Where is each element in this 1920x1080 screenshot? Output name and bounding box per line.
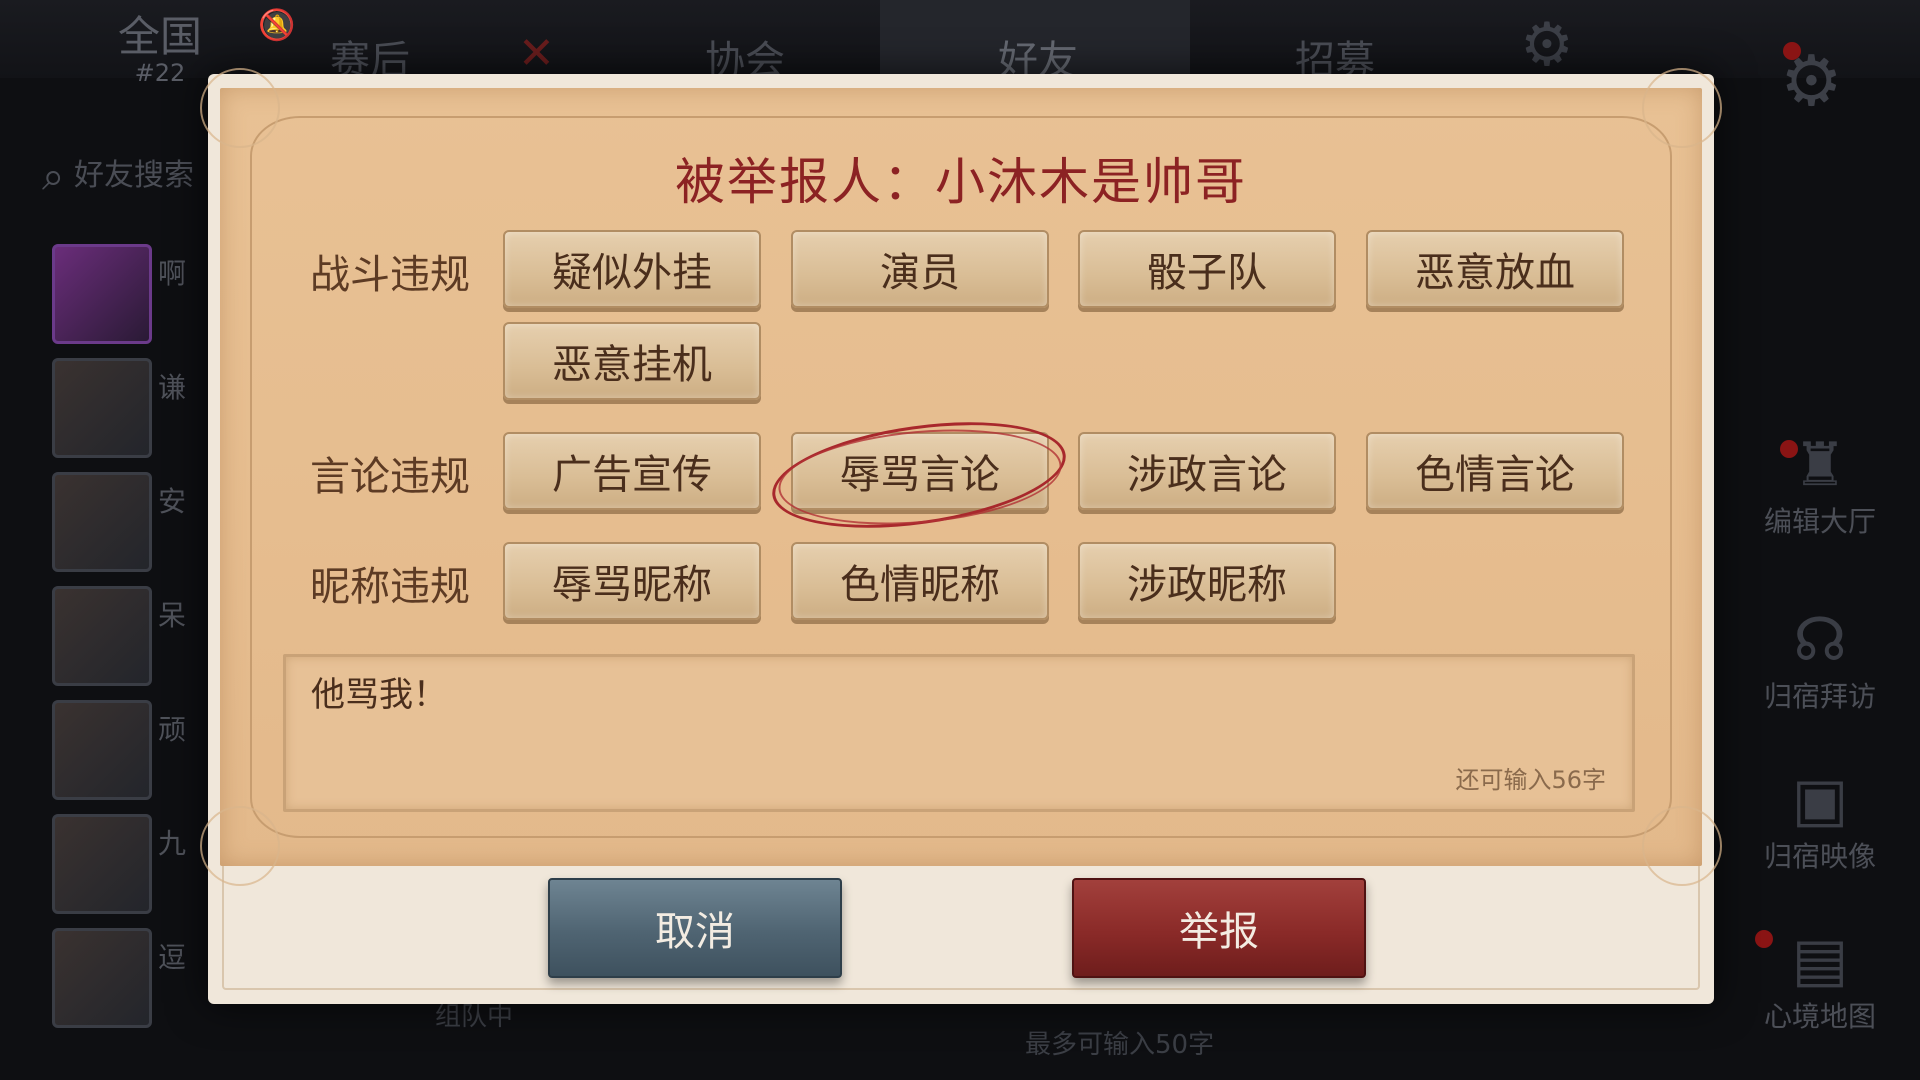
friend-name: 安 — [158, 485, 187, 518]
category-label-combat: 战斗违规 — [310, 252, 470, 298]
menu-home-visit[interactable]: ☊ 归宿拜访 — [1740, 605, 1900, 715]
report-button[interactable]: 举报 — [1072, 878, 1366, 978]
projector-icon: ▣ — [1791, 765, 1849, 835]
rank-label: 全国 — [117, 12, 202, 61]
avatar — [52, 472, 152, 572]
option-malicious-bleeding[interactable]: 恶意放血 — [1366, 230, 1624, 308]
notification-dot — [1780, 440, 1798, 458]
category-label-nickname: 昵称违规 — [310, 564, 470, 610]
corner-ornament — [200, 68, 280, 148]
category-label-speech: 言论违规 — [310, 454, 470, 500]
friend-list-item[interactable]: 逗 — [40, 922, 190, 1034]
avatar — [52, 814, 152, 914]
menu-home-visit-label: 归宿拜访 — [1763, 680, 1876, 713]
close-x-icon[interactable]: ✕ — [518, 28, 555, 79]
option-political-speech[interactable]: 涉政言论 — [1078, 432, 1336, 510]
option-dice-team[interactable]: 骰子队 — [1078, 230, 1336, 308]
search-icon: ⌕ — [42, 153, 65, 200]
friend-list-item[interactable]: 谦 — [40, 352, 190, 464]
report-reason-text: 他骂我！ — [311, 675, 447, 715]
option-abusive-nickname[interactable]: 辱骂昵称 — [503, 542, 761, 620]
avatar — [52, 586, 152, 686]
notification-dot — [1755, 930, 1773, 948]
gear-icon[interactable]: ⚙ — [1520, 10, 1574, 80]
chair-icon: ♜ — [1793, 430, 1847, 500]
option-political-nickname[interactable]: 涉政昵称 — [1078, 542, 1336, 620]
corner-ornament — [1642, 806, 1722, 886]
menu-mood-map-label: 心境地图 — [1763, 1000, 1876, 1033]
menu-home-image[interactable]: ▣ 归宿映像 — [1740, 765, 1900, 875]
friend-list-item[interactable]: 啊 — [40, 238, 190, 350]
notification-dot — [1783, 42, 1801, 60]
input-limit-hint: 最多可输入50字 — [1025, 1030, 1215, 1060]
friend-list-item[interactable]: 安 — [40, 466, 190, 578]
option-advertising[interactable]: 广告宣传 — [503, 432, 761, 510]
corner-ornament — [200, 806, 280, 886]
menu-edit-lobby-label: 编辑大厅 — [1763, 505, 1876, 538]
friend-name: 逗 — [158, 941, 187, 974]
friend-name: 啊 — [158, 257, 187, 290]
friend-name: 谦 — [158, 371, 187, 404]
reported-player-title: 被举报人：小沐木是帅哥 — [675, 153, 1247, 211]
option-malicious-afk[interactable]: 恶意挂机 — [503, 322, 761, 400]
avatar — [52, 928, 152, 1028]
menu-edit-lobby[interactable]: ♜ 编辑大厅 — [1740, 430, 1900, 540]
rank-badge[interactable]: 全国 #22 — [105, 12, 215, 87]
friend-search[interactable]: ⌕ 好友搜索 — [42, 150, 194, 200]
avatar — [52, 358, 152, 458]
option-suspected-cheat[interactable]: 疑似外挂 — [503, 230, 761, 308]
friend-list-item[interactable]: 九 — [40, 808, 190, 920]
corner-ornament — [1642, 68, 1722, 148]
headphones-icon: ☊ — [1793, 605, 1847, 675]
menu-home-image-label: 归宿映像 — [1763, 840, 1876, 873]
option-pornographic-nickname[interactable]: 色情昵称 — [791, 542, 1049, 620]
rank-number: #22 — [134, 59, 186, 87]
friend-name: 顽 — [158, 713, 187, 746]
friend-name: 九 — [158, 827, 187, 860]
mute-bell-icon[interactable]: 🔕 — [258, 8, 295, 43]
friend-name: 呆 — [158, 599, 187, 632]
report-dialog: 被举报人：小沐木是帅哥 战斗违规 疑似外挂 演员 骰子队 恶意放血 恶意挂机 言… — [200, 68, 1722, 1004]
friend-list-item[interactable]: 呆 — [40, 580, 190, 692]
avatar — [52, 244, 152, 344]
report-reason-input[interactable]: 他骂我！ 还可输入56字 — [283, 654, 1635, 812]
friend-search-placeholder: 好友搜索 — [73, 158, 194, 193]
remaining-char-counter: 还可输入56字 — [1455, 766, 1606, 794]
option-abusive-speech[interactable]: 辱骂言论 — [791, 432, 1049, 510]
friend-list-item[interactable]: 顽 — [40, 694, 190, 806]
cancel-button[interactable]: 取消 — [548, 878, 842, 978]
friend-list: 啊 谦 安 呆 顽 九 逗 — [40, 238, 200, 1036]
option-pornographic-speech[interactable]: 色情言论 — [1366, 432, 1624, 510]
option-actor[interactable]: 演员 — [791, 230, 1049, 308]
avatar — [52, 700, 152, 800]
